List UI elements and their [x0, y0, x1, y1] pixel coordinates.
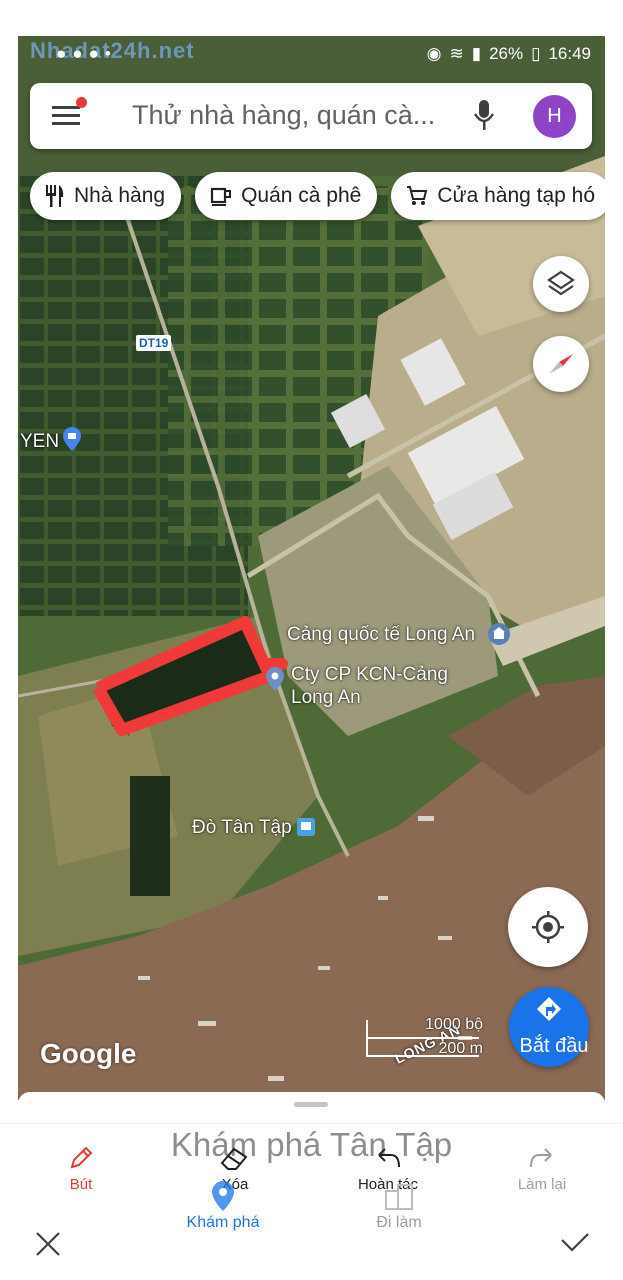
map-scale: 1000 bộ 200 m	[363, 1016, 483, 1064]
category-chips: Nhà hàng Quán cà phê Cửa hàng tạp hó	[30, 172, 605, 220]
close-icon[interactable]	[34, 1230, 62, 1258]
directions-icon	[537, 997, 561, 1021]
pen-icon	[70, 1146, 93, 1169]
facebook-icon: ●	[88, 44, 99, 63]
search-input[interactable]: Thử nhà hàng, quán cà...	[132, 100, 435, 131]
layers-icon	[547, 270, 575, 296]
avatar[interactable]: H	[533, 95, 576, 138]
scale-metric: 200 m	[438, 1040, 483, 1057]
coffee-icon	[210, 187, 232, 206]
layers-button[interactable]	[533, 256, 589, 312]
chat-icon: ●	[72, 44, 83, 63]
signal-icon: ▮	[471, 44, 482, 63]
place-label-port[interactable]: Cảng quốc tế Long An	[287, 624, 475, 646]
search-bar[interactable]: Thử nhà hàng, quán cà... H	[30, 83, 592, 149]
nav-explore-label: Khám phá	[186, 1214, 260, 1231]
eraser-icon	[220, 1147, 248, 1170]
redo-tool[interactable]: Làm lại	[497, 1140, 587, 1193]
nav-commute[interactable]: Đi làm	[344, 1178, 454, 1232]
status-bar: ● ● ● • ◉ ≋ ▮ 26% ▯ 16:49	[18, 36, 605, 72]
chip-grocery[interactable]: Cửa hàng tạp hó	[391, 172, 605, 220]
commute-icon	[385, 1184, 413, 1210]
sheet-handle[interactable]	[294, 1102, 328, 1107]
map-frame[interactable]: Nhadat24h.net ● ● ● • ◉ ≋ ▮ 26% ▯ 16:49 …	[18, 36, 605, 1100]
notification-dot	[76, 97, 87, 108]
google-logo: Google	[40, 1038, 137, 1069]
microphone-icon[interactable]	[472, 98, 496, 134]
place-pin-icon[interactable]	[62, 426, 82, 452]
menu-icon[interactable]	[52, 104, 82, 128]
redo-icon	[530, 1148, 552, 1168]
undo-icon	[378, 1148, 400, 1168]
compass-button[interactable]	[533, 336, 589, 392]
chip-coffee[interactable]: Quán cà phê	[195, 172, 378, 220]
place-label-yen[interactable]: YEN	[20, 431, 59, 453]
battery-percent: 26%	[489, 44, 524, 63]
battery-icon: ▯	[531, 44, 541, 63]
place-label-company-2[interactable]: Long An	[291, 687, 361, 709]
pen-tool[interactable]: Bút	[36, 1140, 126, 1193]
nav-explore[interactable]: Khám phá	[168, 1178, 278, 1232]
wifi-icon: ≋	[449, 44, 464, 63]
more-icon: •	[104, 44, 111, 63]
company-pin-icon[interactable]	[265, 666, 285, 692]
cart-icon	[407, 186, 428, 205]
place-label-ferry[interactable]: Đò Tân Tập	[192, 817, 292, 839]
my-location-button[interactable]	[508, 887, 588, 967]
restaurant-icon	[46, 185, 64, 207]
location-icon: ◉	[426, 44, 442, 63]
place-label-company[interactable]: Cty CP KCN-Cảng	[291, 664, 448, 686]
redo-label: Làm lại	[517, 1176, 567, 1193]
pen-label: Bút	[69, 1176, 93, 1193]
ferry-icon[interactable]	[296, 817, 316, 837]
chip-restaurants[interactable]: Nhà hàng	[30, 172, 182, 220]
clock: 16:49	[548, 44, 591, 63]
facebook-icon: ●	[56, 44, 67, 63]
crosshair-icon	[532, 911, 564, 943]
check-icon[interactable]	[560, 1232, 590, 1254]
port-pin-icon[interactable]	[486, 621, 512, 647]
road-badge: DT19	[136, 335, 172, 351]
scale-imperial: 1000 bộ	[425, 1016, 483, 1033]
directions-label[interactable]: Bắt đầu	[509, 1035, 599, 1058]
compass-icon	[549, 354, 573, 374]
explore-pin-icon	[212, 1181, 234, 1211]
nav-commute-label: Đi làm	[376, 1214, 422, 1231]
